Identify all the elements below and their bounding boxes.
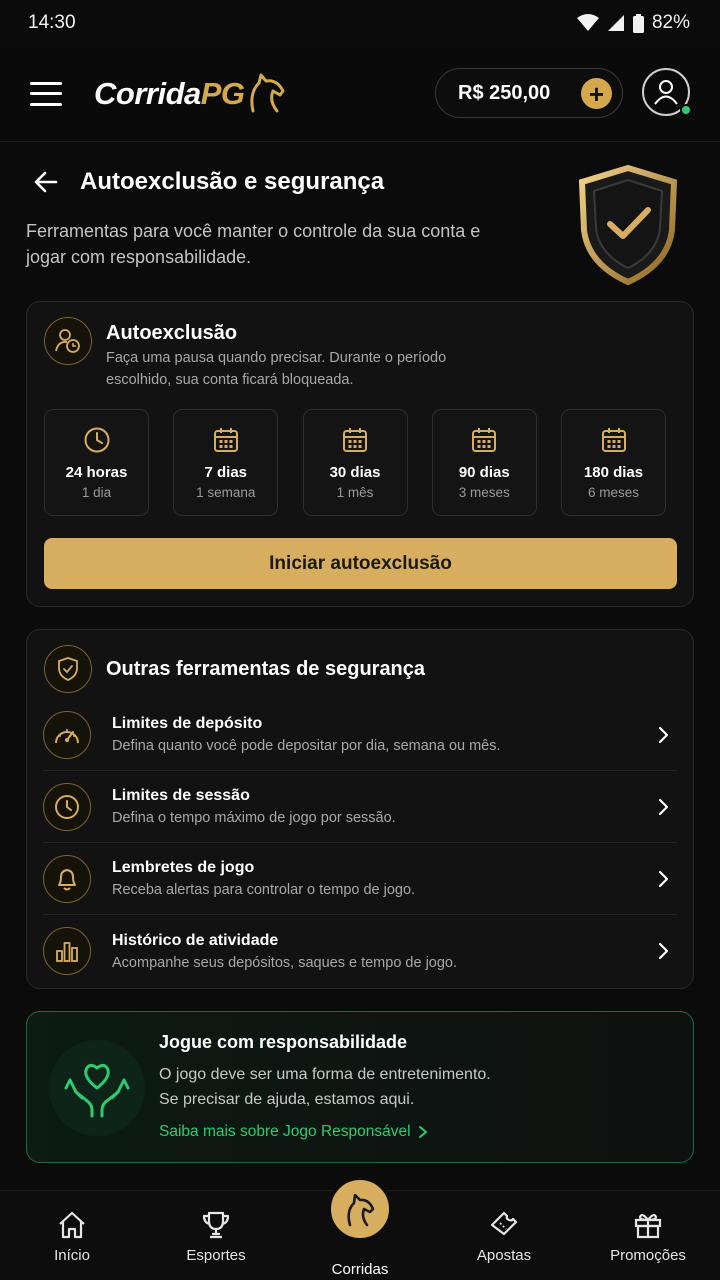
page-title: Autoexclusão e segurança [80, 168, 385, 195]
app-header: CorridaPG R$ 250,00 + [0, 46, 720, 142]
calendar-icon [472, 428, 497, 452]
start-self-exclusion-button[interactable]: Iniciar autoexclusão [44, 538, 677, 589]
nav-item-home[interactable]: Início [0, 1191, 144, 1280]
gift-icon [634, 1213, 662, 1239]
tool-session-limits[interactable]: Limites de sessão Defina o tempo máximo … [43, 771, 677, 843]
logo-text: CorridaPG [94, 75, 245, 111]
option-label: 180 dias [583, 464, 644, 481]
option-180-days[interactable]: 180 dias 6 meses [561, 409, 666, 516]
option-24-hours[interactable]: 24 horas 1 dia [44, 409, 149, 516]
page-head: Autoexclusão e segurança Ferramentas par… [26, 160, 694, 290]
tool-title: Limites de depósito [112, 715, 263, 732]
balance-pill[interactable]: R$ 250,00 + [435, 68, 623, 118]
self-exclusion-card: Autoexclusão Faça uma pausa quando preci… [26, 301, 694, 607]
gauge-icon [43, 710, 91, 759]
option-label: 90 dias [458, 464, 510, 481]
status-bar: 14:30 82% [0, 0, 720, 46]
ticket-icon [490, 1211, 518, 1236]
responsible-text-line-2: Se precisar de ajuda, estamos aqui. [159, 1091, 415, 1108]
security-tools-card: Outras ferramentas de segurança Limites … [26, 629, 694, 989]
responsible-text-line-1: O jogo deve ser uma forma de entretenime… [159, 1066, 491, 1083]
chevron-right-icon [658, 870, 669, 887]
responsible-title: Jogue com responsabilidade [159, 1032, 408, 1052]
chevron-right-icon [658, 942, 669, 960]
self-exclusion-subtitle: Faça uma pausa quando precisar. Durante … [106, 350, 447, 388]
nav-label: Promoções [610, 1247, 686, 1264]
option-label: 7 dias [204, 464, 248, 481]
calendar-icon [601, 428, 626, 452]
calendar-icon [213, 428, 238, 452]
nav-label: Corridas [331, 1261, 389, 1278]
chevron-right-icon [658, 726, 669, 743]
signal-icon [607, 15, 624, 31]
shield-check-icon [578, 164, 678, 286]
learn-more-link[interactable]: Saiba mais sobre Jogo Responsável [159, 1123, 429, 1141]
option-90-days[interactable]: 90 dias 3 meses [431, 409, 537, 516]
online-indicator [680, 104, 692, 116]
exclusion-options: 24 horas 1 dia 7 dias 1 semana 30 dias 1… [44, 409, 666, 516]
learn-more-label: Saiba mais sobre Jogo Responsável [159, 1123, 411, 1140]
user-icon [654, 80, 678, 105]
nav-item-races[interactable]: Corridas [288, 1177, 432, 1280]
home-icon [59, 1211, 85, 1239]
shield-icon [44, 645, 92, 693]
chevron-right-icon [658, 798, 669, 815]
option-7-days[interactable]: 7 dias 1 semana [173, 409, 279, 516]
wifi-icon [576, 14, 599, 31]
nav-label: Apostas [476, 1247, 532, 1264]
status-icons: 82% [576, 12, 690, 34]
clock-icon [84, 427, 109, 453]
nav-item-promotions[interactable]: Promoções [576, 1191, 720, 1280]
option-sub: 3 meses [458, 485, 510, 500]
bell-icon [43, 854, 91, 903]
tool-activity-history[interactable]: Histórico de atividade Acompanhe seus de… [43, 915, 677, 987]
back-arrow-icon[interactable] [32, 168, 60, 196]
page-description: Ferramentas para você manter o controle … [26, 221, 481, 267]
balance-amount: R$ 250,00 [458, 81, 551, 104]
user-clock-icon [44, 317, 92, 365]
trophy-icon [202, 1211, 230, 1239]
option-30-days[interactable]: 30 dias 1 mês [302, 409, 408, 516]
horse-icon [328, 1177, 392, 1241]
horse-logo-icon [249, 73, 285, 112]
menu-button[interactable] [30, 81, 62, 106]
security-tools-title: Outras ferramentas de segurança [106, 658, 426, 680]
clock-icon [43, 782, 91, 831]
profile-avatar[interactable] [642, 68, 692, 116]
bottom-nav: Início Esportes Corridas Apostas Promoçõ… [0, 1177, 720, 1280]
responsible-gaming-card: Jogue com responsabilidade O jogo deve s… [26, 1011, 694, 1163]
battery-percent: 82% [651, 12, 690, 33]
nav-item-bets[interactable]: Apostas [432, 1191, 576, 1280]
responsible-text: O jogo deve ser uma forma de entretenime… [159, 1062, 579, 1112]
tool-title: Lembretes de jogo [112, 859, 255, 876]
option-sub: 6 meses [587, 485, 640, 500]
battery-icon [632, 13, 644, 33]
bar-chart-icon [43, 927, 91, 975]
tool-description: Defina o tempo máximo de jogo por sessão… [112, 810, 396, 826]
tool-description: Acompanhe seus depósitos, saques e tempo… [112, 954, 458, 971]
option-sub: 1 mês [336, 485, 374, 500]
tool-description: Receba alertas para controlar o tempo de… [112, 882, 416, 898]
status-time: 14:30 [28, 12, 76, 33]
nav-label: Início [54, 1247, 90, 1264]
tool-title: Limites de sessão [112, 787, 250, 804]
heart-hands-icon [49, 1040, 145, 1136]
chevron-right-icon [418, 1126, 427, 1138]
nav-item-sports[interactable]: Esportes [144, 1191, 288, 1280]
self-exclusion-title: Autoexclusão [106, 322, 238, 344]
tool-game-reminders[interactable]: Lembretes de jogo Receba alertas para co… [43, 843, 677, 915]
option-sub: 1 semana [196, 485, 256, 500]
logo[interactable]: CorridaPG [94, 71, 287, 117]
nav-label: Esportes [186, 1247, 246, 1264]
add-funds-button[interactable]: + [581, 78, 612, 109]
option-label: 30 dias [329, 464, 381, 481]
calendar-icon [343, 428, 367, 452]
tool-deposit-limits[interactable]: Limites de depósito Defina quanto você p… [43, 699, 677, 771]
option-label: 24 horas [65, 464, 128, 481]
tool-title: Histórico de atividade [112, 931, 279, 949]
option-sub: 1 dia [81, 485, 112, 500]
tool-description: Defina quanto você pode depositar por di… [112, 738, 501, 754]
